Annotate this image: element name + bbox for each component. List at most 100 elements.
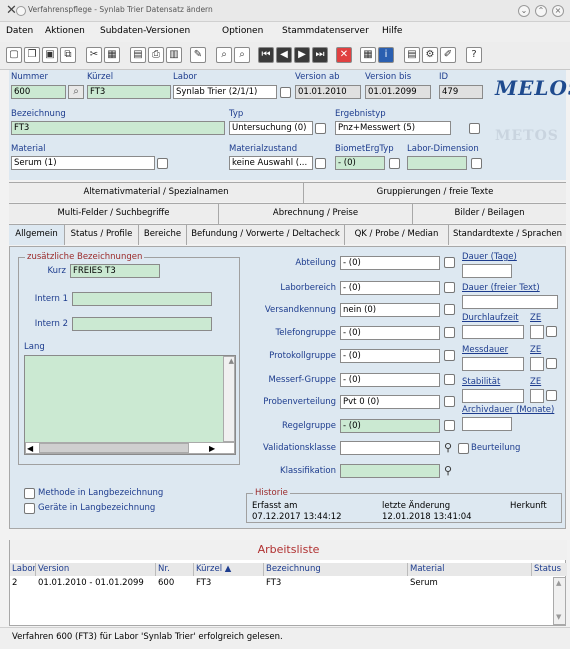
tab-status-profile[interactable]: Status / Profile bbox=[65, 225, 139, 245]
bezeichnung-field[interactable]: FT3 bbox=[11, 121, 225, 135]
col-labor[interactable]: Labor bbox=[10, 563, 36, 576]
first-record-icon[interactable]: ⏮ bbox=[258, 47, 274, 63]
copy-icon[interactable]: ❐ bbox=[24, 47, 40, 63]
scroll-up-icon[interactable]: ▲ bbox=[229, 357, 234, 365]
intern1-field[interactable] bbox=[72, 292, 212, 306]
scroll-thumb[interactable] bbox=[39, 443, 189, 453]
tab-standardtexte[interactable]: Standardtexte / Sprachen bbox=[449, 225, 566, 245]
messerf-field[interactable]: - (0) bbox=[340, 373, 440, 387]
biometergtyp-dropdown[interactable] bbox=[389, 158, 400, 169]
stabilitaet-ze-field[interactable] bbox=[530, 389, 544, 403]
scroll-left-icon[interactable]: ◀ bbox=[27, 444, 33, 453]
cancel-icon[interactable]: ✕ bbox=[336, 47, 352, 63]
typ-dropdown[interactable] bbox=[315, 123, 326, 134]
labor-dimension-dropdown[interactable] bbox=[471, 158, 482, 169]
labor-field[interactable]: Synlab Trier (2/1/1) bbox=[173, 85, 277, 99]
nummer-field[interactable]: 600 bbox=[11, 85, 66, 99]
edit-icon[interactable]: ✐ bbox=[440, 47, 456, 63]
versandkennung-dropdown[interactable] bbox=[444, 304, 455, 315]
probenverteilung-field[interactable]: Pvt 0 (0) bbox=[340, 395, 440, 409]
cut-icon[interactable]: ✂ bbox=[86, 47, 102, 63]
abteilung-dropdown[interactable] bbox=[444, 257, 455, 268]
materialzustand-field[interactable]: keine Auswahl (... bbox=[229, 156, 313, 170]
protokollgruppe-field[interactable]: - (0) bbox=[340, 349, 440, 363]
ergebnistyp-dropdown[interactable] bbox=[469, 123, 480, 134]
kuerzel-field[interactable]: FT3 bbox=[87, 85, 171, 99]
next-record-icon[interactable]: ▶ bbox=[294, 47, 310, 63]
menu-daten[interactable]: Daten bbox=[6, 26, 33, 36]
beurteilung-checkbox[interactable] bbox=[458, 443, 469, 454]
scroll-down-icon[interactable]: ▼ bbox=[556, 613, 561, 621]
versandkennung-field[interactable]: nein (0) bbox=[340, 303, 440, 317]
binoculars-icon[interactable]: ⚲ bbox=[444, 464, 452, 477]
protokollgruppe-dropdown[interactable] bbox=[444, 350, 455, 361]
delete-icon[interactable]: ▥ bbox=[166, 47, 182, 63]
image-icon[interactable]: ▦ bbox=[104, 47, 120, 63]
version-ab-field[interactable]: 01.01.2010 bbox=[295, 85, 361, 99]
save-icon[interactable]: ▤ bbox=[130, 47, 146, 63]
lang-textarea[interactable]: ▲ ◀ ▶ bbox=[24, 355, 236, 455]
find-next-icon[interactable]: ⌕ bbox=[234, 47, 250, 63]
kurz-field[interactable]: FREIES T3 bbox=[70, 264, 160, 278]
lang-vertical-scrollbar[interactable] bbox=[223, 356, 235, 442]
highlight-icon[interactable]: ✎ bbox=[190, 47, 206, 63]
geraete-checkbox[interactable] bbox=[24, 503, 35, 514]
biometergtyp-field[interactable]: - (0) bbox=[335, 156, 385, 170]
new-icon[interactable]: ▢ bbox=[6, 47, 22, 63]
laborbereich-field[interactable]: - (0) bbox=[340, 281, 440, 295]
maximize-button[interactable]: ⌃ bbox=[535, 5, 547, 17]
durchlaufzeit-field[interactable] bbox=[462, 325, 524, 339]
tab-bereiche[interactable]: Bereiche bbox=[139, 225, 187, 245]
ergebnistyp-field[interactable]: Pnz+Messwert (5) bbox=[335, 121, 451, 135]
settings-icon[interactable]: ⚙ bbox=[422, 47, 438, 63]
menu-hilfe[interactable]: Hilfe bbox=[382, 26, 402, 36]
messdauer-ze-dropdown[interactable] bbox=[546, 358, 557, 369]
labor-dropdown[interactable] bbox=[280, 87, 291, 98]
menu-subdaten[interactable]: Subdaten-Versionen bbox=[100, 26, 190, 36]
telefongruppe-field[interactable]: - (0) bbox=[340, 326, 440, 340]
abteilung-field[interactable]: - (0) bbox=[340, 256, 440, 270]
scroll-right-icon[interactable]: ▶ bbox=[209, 444, 215, 453]
messdauer-field[interactable] bbox=[462, 357, 524, 371]
materialzustand-dropdown[interactable] bbox=[315, 158, 326, 169]
archivdauer-field[interactable] bbox=[462, 417, 512, 431]
scroll-up-icon[interactable]: ▲ bbox=[556, 579, 561, 587]
material-field[interactable]: Serum (1) bbox=[11, 156, 155, 170]
regelgruppe-dropdown[interactable] bbox=[444, 420, 455, 431]
klassifikation-field[interactable] bbox=[340, 464, 440, 478]
menu-stammdatenserver[interactable]: Stammdatenserver bbox=[282, 26, 369, 36]
col-nr[interactable]: Nr. bbox=[156, 563, 194, 576]
intern2-field[interactable] bbox=[72, 317, 212, 331]
validationsklasse-field[interactable] bbox=[340, 441, 440, 455]
col-status[interactable]: Status bbox=[532, 563, 567, 576]
version-bis-field[interactable]: 01.01.2099 bbox=[365, 85, 431, 99]
paste-icon[interactable]: ▣ bbox=[42, 47, 58, 63]
stabilitaet-ze-dropdown[interactable] bbox=[546, 390, 557, 401]
tab-bilder[interactable]: Bilder / Beilagen bbox=[413, 204, 566, 224]
search-icon[interactable]: ⌕ bbox=[68, 85, 84, 99]
messdauer-ze-field[interactable] bbox=[530, 357, 544, 371]
stabilitaet-field[interactable] bbox=[462, 389, 524, 403]
duplicate-icon[interactable]: ⧉ bbox=[60, 47, 76, 63]
durchlaufzeit-ze-dropdown[interactable] bbox=[546, 326, 557, 337]
labor-dimension-field[interactable] bbox=[407, 156, 467, 170]
tab-multi-felder[interactable]: Multi-Felder / Suchbegriffe bbox=[9, 204, 219, 224]
methode-checkbox[interactable] bbox=[24, 488, 35, 499]
help-icon[interactable]: ? bbox=[466, 47, 482, 63]
close-button[interactable]: × bbox=[552, 5, 564, 17]
calculator-icon[interactable]: ▤ bbox=[404, 47, 420, 63]
telefongruppe-dropdown[interactable] bbox=[444, 327, 455, 338]
probenverteilung-dropdown[interactable] bbox=[444, 396, 455, 407]
tab-gruppierungen[interactable]: Gruppierungen / freie Texte bbox=[304, 183, 566, 203]
dauer-freier-field[interactable] bbox=[462, 295, 558, 309]
col-version[interactable]: Version bbox=[36, 563, 156, 576]
binoculars-icon[interactable]: ⚲ bbox=[444, 441, 452, 454]
tab-befundung[interactable]: Befundung / Vorwerte / Deltacheck bbox=[187, 225, 345, 245]
material-dropdown[interactable] bbox=[157, 158, 168, 169]
info-icon[interactable]: i bbox=[378, 47, 394, 63]
print-icon[interactable]: ⎙ bbox=[148, 47, 164, 63]
find-icon[interactable]: ⌕ bbox=[216, 47, 232, 63]
col-bezeichnung[interactable]: Bezeichnung bbox=[264, 563, 408, 576]
prev-record-icon[interactable]: ◀ bbox=[276, 47, 292, 63]
laborbereich-dropdown[interactable] bbox=[444, 282, 455, 293]
